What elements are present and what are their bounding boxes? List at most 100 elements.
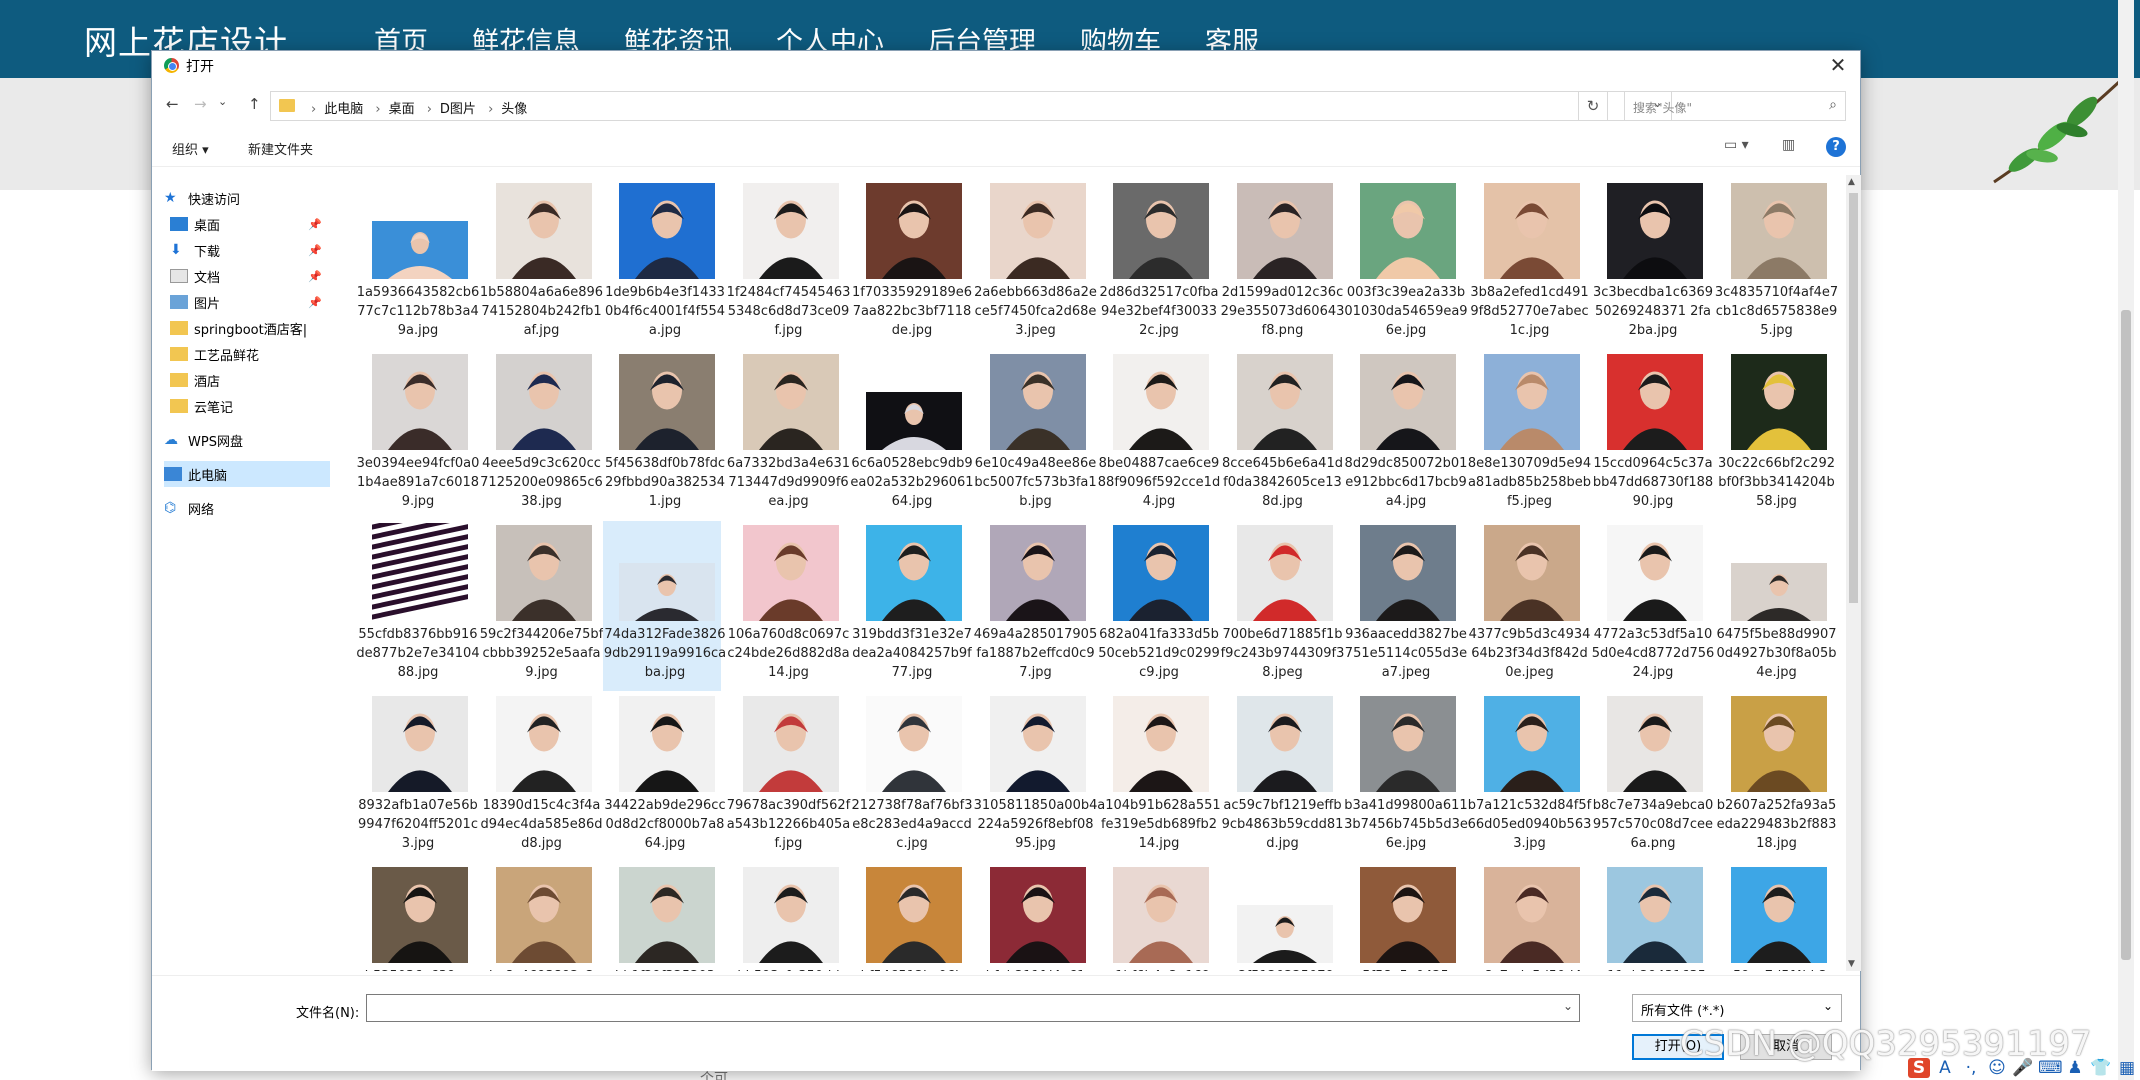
file-item[interactable]: c8c7ade5d50d4	[1468, 863, 1586, 971]
file-item[interactable]: 15ccd0964c5c37abb47dd68730f18890.jpg	[1591, 350, 1713, 520]
file-item[interactable]: 6475f5be88d99070d4927b30f8a05b4e.jpg	[1715, 521, 1837, 691]
file-item[interactable]: 8d29dc850072b01e912bbc6d17bcb9a4.jpg	[1344, 350, 1467, 520]
file-item[interactable]: 319bdd3f31e32e7dea2a4084257b9f77.jpg	[850, 521, 972, 691]
file-item[interactable]: 3c3becdba1c636950269248371 2fa2ba.jpg	[1591, 179, 1713, 349]
page-scrollbar[interactable]	[2118, 0, 2134, 1080]
scroll-down-icon[interactable]: ▼	[1848, 959, 1855, 969]
file-item[interactable]: 6a7332bd3a4e631713447d9d9909f6ea.jpg	[727, 350, 850, 520]
file-item[interactable]: 003f3c39ea2a33b01030da54659ea96e.jpg	[1344, 179, 1468, 349]
file-item[interactable]: b525036a639ae	[356, 863, 474, 971]
file-item[interactable]: 3b8a2efed1cd4919f8d52770e7abec1c.jpg	[1468, 179, 1589, 349]
view-options-icon[interactable]: ▭ ▾	[1724, 137, 1749, 153]
ime-button[interactable]: ☺	[1986, 1058, 2008, 1078]
chevron-down-icon[interactable]: ⌄	[1563, 999, 1573, 1013]
nav-item-1[interactable]: 桌面 📌	[170, 211, 330, 237]
file-item[interactable]: 936aacedd3827be751e5114c055d3ea7.jpeg	[1344, 521, 1467, 691]
file-item[interactable]: 8cce645b6e6a41df0da3842605ce138d.jpg	[1221, 350, 1343, 520]
breadcrumb-desktop[interactable]: 桌面	[389, 102, 415, 117]
scroll-up-icon[interactable]: ▲	[1848, 177, 1855, 187]
close-button[interactable]: ✕	[1816, 51, 1860, 79]
file-item[interactable]: 1b58804a6a6e89674152804b242fb1af.jpg	[480, 179, 603, 349]
nav-item-9[interactable]: ☁ WPS网盘	[164, 427, 330, 453]
file-item[interactable]: 4772a3c53df5a105d0e4cd8772d75624.jpg	[1591, 521, 1714, 691]
file-item[interactable]: 106a760d8c0697cc24bde26d882d8a14.jpg	[727, 521, 850, 691]
file-item[interactable]: bb593cfa350dd	[727, 863, 845, 971]
file-item[interactable]: bf546512bc06b	[850, 863, 968, 971]
back-button[interactable]: ←	[166, 95, 179, 113]
ime-button[interactable]: ♟	[2064, 1058, 2086, 1078]
file-item[interactable]: 1f2484cf745454635348c6d8d73ce09f.jpg	[727, 179, 850, 349]
organize-button[interactable]: 组织 ▾	[172, 139, 209, 158]
file-item[interactable]: 3c4835710f4af4e7cb1c8d6575838e95.jpg	[1715, 179, 1838, 349]
file-item[interactable]: c59ec7d5f4bb2	[1715, 863, 1833, 971]
file-item[interactable]: b8c7e734a9ebca0957c570c08d7cee6a.png	[1591, 692, 1713, 862]
file-item[interactable]: 1de9b6b4e3f14330b4f6c4001f4f554a.jpg	[603, 179, 725, 349]
file-item[interactable]: bb1f29f325203	[603, 863, 721, 971]
file-item[interactable]: 2d1599ad012c36c29e355073d60643f8.png	[1221, 179, 1344, 349]
file-item[interactable]: b2607a252fa93a5eda229483b2f88318.jpg	[1715, 692, 1836, 862]
scroll-thumb[interactable]	[1849, 193, 1858, 603]
nav-item-3[interactable]: 文档 📌	[170, 263, 330, 289]
forward-button[interactable]: →	[194, 95, 207, 113]
file-item[interactable]: ba8c4693892c2	[480, 863, 598, 971]
preview-pane-icon[interactable]: ▥	[1782, 137, 1795, 153]
file-item[interactable]: 6c6a0528ebc9db9ea02a532b29606164.jpg	[850, 350, 974, 520]
file-item[interactable]: c11eb29431635	[1591, 863, 1709, 971]
ime-button[interactable]: 🎤	[2012, 1058, 2034, 1078]
file-item[interactable]: 79678ac390df562fa543b12266b405af.jpg	[727, 692, 850, 862]
file-item[interactable]: 8e8e130709d5e94a81adb85b258bebf5.jpeg	[1468, 350, 1591, 520]
file-item[interactable]: 3e0394ee94fcf0a01b4ae891a7c60189.jpg	[356, 350, 479, 520]
file-item[interactable]: ac59c7bf1219effb9cb4863b59cdd81d.jpg	[1221, 692, 1343, 862]
address-bar[interactable]: › 此电脑 › 桌面 › D图片 › 头像 ⌄	[270, 91, 1672, 121]
file-item[interactable]: 1a5936643582cb677c7c112b78b3a49a.jpg	[356, 179, 479, 349]
filetype-select[interactable]: 所有文件 (*.*) ⌄	[1632, 994, 1842, 1022]
file-item[interactable]: 4eee5d9c3c620cc7125200e09865c638.jpg	[480, 350, 603, 520]
file-item[interactable]: 55cfdb8376bb916de877b2e7e3410488.jpg	[356, 521, 480, 691]
search-input[interactable]: 搜索"头像" ⌕	[1624, 91, 1846, 121]
file-item[interactable]: 8932afb1a07e56b9947f6204ff5201c3.jpg	[356, 692, 478, 862]
new-folder-button[interactable]: 新建文件夹	[248, 139, 313, 158]
nav-item-11[interactable]: ⌬ 网络	[164, 495, 330, 521]
file-item[interactable]: 700be6d71885f1bf9c243b9744309f38.jpeg	[1221, 521, 1344, 691]
ime-button[interactable]: ▦	[2116, 1058, 2138, 1078]
filename-field[interactable]: ⌄	[366, 994, 1580, 1022]
file-item[interactable]: 2d86d32517c0fba94e32bef4f300332c.jpg	[1097, 179, 1218, 349]
file-item[interactable]: 1f70335929189e67aa822bc3bf7118de.jpg	[850, 179, 972, 349]
ime-button[interactable]: S	[1908, 1058, 1930, 1078]
refresh-button[interactable]: ↻	[1578, 91, 1608, 121]
file-item[interactable]: 4377c9b5d3c493464b23f34d3f842d0e.jpeg	[1468, 521, 1590, 691]
file-item[interactable]: c1bf6b4e2e169	[1097, 863, 1215, 971]
breadcrumb-d-pictures[interactable]: D图片	[440, 102, 476, 117]
ime-button[interactable]: A	[1934, 1058, 1956, 1078]
file-item[interactable]: 30c22c66bf2c292bf0f3bb3414204b58.jpg	[1715, 350, 1835, 520]
file-item[interactable]: 34422ab9de296cc0d8d2cf8000b7a864.jpg	[603, 692, 726, 862]
file-item[interactable]: a104b91b628a551fe319e5db689fb214.jpg	[1097, 692, 1221, 862]
file-item[interactable]: 212738f78af76bf3e8c283ed4a9accdc.jpg	[850, 692, 972, 862]
file-item[interactable]: b3a41d99800a6113b7456b745b5d3e6e.jpg	[1344, 692, 1468, 862]
up-button[interactable]: ↑	[248, 95, 261, 113]
nav-item-5[interactable]: springboot酒店客|	[170, 315, 330, 341]
ime-button[interactable]: ·,	[1960, 1058, 1982, 1078]
file-grid-scrollbar[interactable]: ▲ ▼	[1846, 175, 1861, 971]
nav-item-8[interactable]: 云笔记	[170, 393, 330, 419]
file-item[interactable]: 18390d15c4c3f4ad94ec4da585e86dd8.jpg	[480, 692, 603, 862]
file-item[interactable]: 3105811850a00b4224a5926f8ebf0895.jpg	[974, 692, 1097, 862]
nav-item-2[interactable]: ⬇ 下载 📌	[170, 237, 330, 263]
ime-button[interactable]: ⌨	[2038, 1058, 2063, 1078]
breadcrumb-this-pc[interactable]: 此电脑	[324, 102, 363, 117]
file-item[interactable]: 682a041fa333d5b50ceb521d9c0299c9.jpg	[1097, 521, 1220, 691]
file-item[interactable]: 6e10c49a48ee86ebc5007fc573b3fa1b.jpg	[974, 350, 1097, 520]
file-item[interactable]: b7a121c532d84f5f66d05ed0940b5633.jpg	[1468, 692, 1591, 862]
nav-item-7[interactable]: 酒店	[170, 367, 330, 393]
recent-locations-button[interactable]: ⌄	[218, 95, 227, 108]
file-item[interactable]: c5f58a5a0425a	[1344, 863, 1462, 971]
file-item[interactable]: 5f45638df0b78fdc29fbbd90a3825341.jpg	[603, 350, 725, 520]
file-item[interactable]: bfeb211fd4a61	[974, 863, 1092, 971]
file-item[interactable]: 59c2f344206e75bfcbbb39252e5aafa9.jpg	[480, 521, 603, 691]
help-icon[interactable]: ?	[1826, 137, 1846, 157]
file-item[interactable]: 8be04887cae6ce988f9096f592cce1d4.jpg	[1097, 350, 1220, 520]
file-item[interactable]: c2f5120225079	[1221, 863, 1339, 971]
nav-item-6[interactable]: 工艺品鲜花	[170, 341, 330, 367]
nav-item-0[interactable]: ★ 快速访问	[164, 185, 330, 211]
nav-item-10[interactable]: 此电脑	[164, 461, 330, 487]
